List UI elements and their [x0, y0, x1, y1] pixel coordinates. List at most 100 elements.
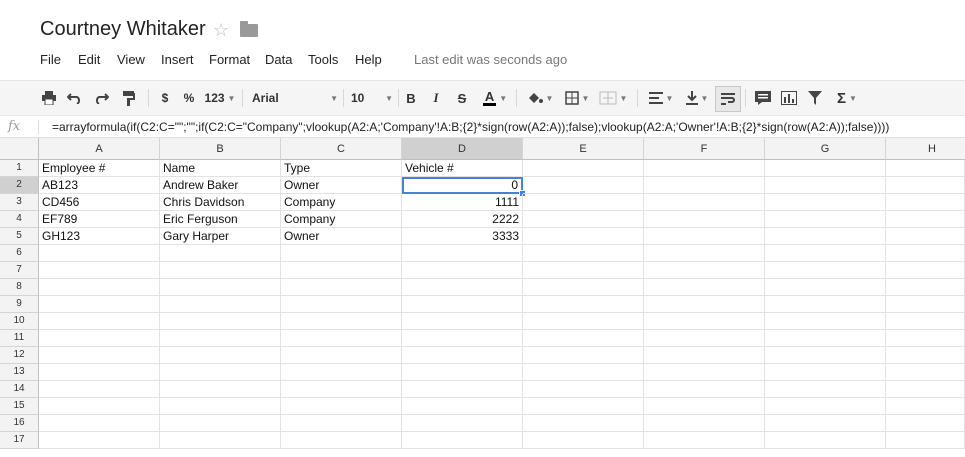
cell-b1[interactable]: Name — [160, 160, 281, 177]
cell-a11[interactable] — [39, 330, 160, 347]
cell-b14[interactable] — [160, 381, 281, 398]
cell-c16[interactable] — [281, 415, 402, 432]
cell-d11[interactable] — [402, 330, 523, 347]
cell-c5[interactable]: Owner — [281, 228, 402, 245]
cell-c2[interactable]: Owner — [281, 177, 402, 194]
row-header-9[interactable]: 9 — [0, 296, 39, 313]
cell-g3[interactable] — [765, 194, 886, 211]
last-edit-status[interactable]: Last edit was seconds ago — [414, 52, 567, 67]
row-header-16[interactable]: 16 — [0, 415, 39, 432]
cell-b9[interactable] — [160, 296, 281, 313]
cell-h6[interactable] — [886, 245, 965, 262]
cell-c3[interactable]: Company — [281, 194, 402, 211]
column-header-h[interactable]: H — [886, 138, 965, 160]
cell-e12[interactable] — [523, 347, 644, 364]
row-header-4[interactable]: 4 — [0, 211, 39, 228]
column-header-b[interactable]: B — [160, 138, 281, 160]
row-header-6[interactable]: 6 — [0, 245, 39, 262]
cell-d16[interactable] — [402, 415, 523, 432]
column-header-c[interactable]: C — [281, 138, 402, 160]
vertical-align-button[interactable]: ▼ — [680, 81, 714, 115]
folder-icon[interactable] — [240, 21, 258, 37]
italic-button[interactable]: I — [428, 81, 444, 115]
cell-f8[interactable] — [644, 279, 765, 296]
cell-h13[interactable] — [886, 364, 965, 381]
row-header-5[interactable]: 5 — [0, 228, 39, 245]
cell-d6[interactable] — [402, 245, 523, 262]
wrap-text-button[interactable] — [715, 86, 741, 112]
row-header-11[interactable]: 11 — [0, 330, 39, 347]
column-header-g[interactable]: G — [765, 138, 886, 160]
menu-help[interactable]: Help — [355, 52, 382, 67]
formula-input[interactable]: =arrayformula(if(C2:C="";"";if(C2:C="Com… — [52, 120, 889, 134]
cell-a9[interactable] — [39, 296, 160, 313]
cell-d3[interactable]: 1111 — [402, 194, 523, 211]
cell-f10[interactable] — [644, 313, 765, 330]
cell-d14[interactable] — [402, 381, 523, 398]
cell-d7[interactable] — [402, 262, 523, 279]
print-icon[interactable] — [38, 81, 60, 115]
document-title[interactable]: Courtney Whitaker — [40, 18, 206, 41]
cell-a10[interactable] — [39, 313, 160, 330]
cell-g13[interactable] — [765, 364, 886, 381]
row-header-7[interactable]: 7 — [0, 262, 39, 279]
cell-f12[interactable] — [644, 347, 765, 364]
cell-g8[interactable] — [765, 279, 886, 296]
menu-edit[interactable]: Edit — [78, 52, 100, 67]
cell-h11[interactable] — [886, 330, 965, 347]
functions-button[interactable]: Σ ▼ — [830, 81, 864, 115]
bold-button[interactable]: B — [403, 81, 419, 115]
cell-d10[interactable] — [402, 313, 523, 330]
cell-f13[interactable] — [644, 364, 765, 381]
cell-f15[interactable] — [644, 398, 765, 415]
cell-g7[interactable] — [765, 262, 886, 279]
cell-g12[interactable] — [765, 347, 886, 364]
strikethrough-button[interactable]: S — [454, 81, 470, 115]
row-header-14[interactable]: 14 — [0, 381, 39, 398]
cell-h14[interactable] — [886, 381, 965, 398]
cell-h10[interactable] — [886, 313, 965, 330]
cell-f5[interactable] — [644, 228, 765, 245]
column-header-e[interactable]: E — [523, 138, 644, 160]
cell-d12[interactable] — [402, 347, 523, 364]
cell-d15[interactable] — [402, 398, 523, 415]
cell-a1[interactable]: Employee # — [39, 160, 160, 177]
menu-format[interactable]: Format — [209, 52, 250, 67]
cell-b2[interactable]: Andrew Baker — [160, 177, 281, 194]
cell-g17[interactable] — [765, 432, 886, 449]
cell-d13[interactable] — [402, 364, 523, 381]
filter-icon[interactable] — [804, 81, 826, 115]
cell-g5[interactable] — [765, 228, 886, 245]
cell-b10[interactable] — [160, 313, 281, 330]
cell-b5[interactable]: Gary Harper — [160, 228, 281, 245]
cell-c12[interactable] — [281, 347, 402, 364]
cell-e7[interactable] — [523, 262, 644, 279]
cell-f1[interactable] — [644, 160, 765, 177]
cell-g6[interactable] — [765, 245, 886, 262]
cell-c11[interactable] — [281, 330, 402, 347]
cell-d17[interactable] — [402, 432, 523, 449]
menu-view[interactable]: View — [117, 52, 145, 67]
fill-color-button[interactable]: ▼ — [524, 81, 556, 115]
cell-g9[interactable] — [765, 296, 886, 313]
column-header-d[interactable]: D — [402, 138, 523, 160]
cell-d9[interactable] — [402, 296, 523, 313]
cell-a5[interactable]: GH123 — [39, 228, 160, 245]
cell-e4[interactable] — [523, 211, 644, 228]
cell-g1[interactable] — [765, 160, 886, 177]
cell-b15[interactable] — [160, 398, 281, 415]
cell-f3[interactable] — [644, 194, 765, 211]
cell-a17[interactable] — [39, 432, 160, 449]
menu-tools[interactable]: Tools — [308, 52, 338, 67]
row-header-3[interactable]: 3 — [0, 194, 39, 211]
cell-b11[interactable] — [160, 330, 281, 347]
cell-g4[interactable] — [765, 211, 886, 228]
column-header-f[interactable]: F — [644, 138, 765, 160]
row-header-17[interactable]: 17 — [0, 432, 39, 449]
cell-e13[interactable] — [523, 364, 644, 381]
select-all-corner[interactable] — [0, 138, 39, 160]
cell-c8[interactable] — [281, 279, 402, 296]
cell-h3[interactable] — [886, 194, 965, 211]
redo-icon[interactable] — [90, 81, 112, 115]
cell-f14[interactable] — [644, 381, 765, 398]
